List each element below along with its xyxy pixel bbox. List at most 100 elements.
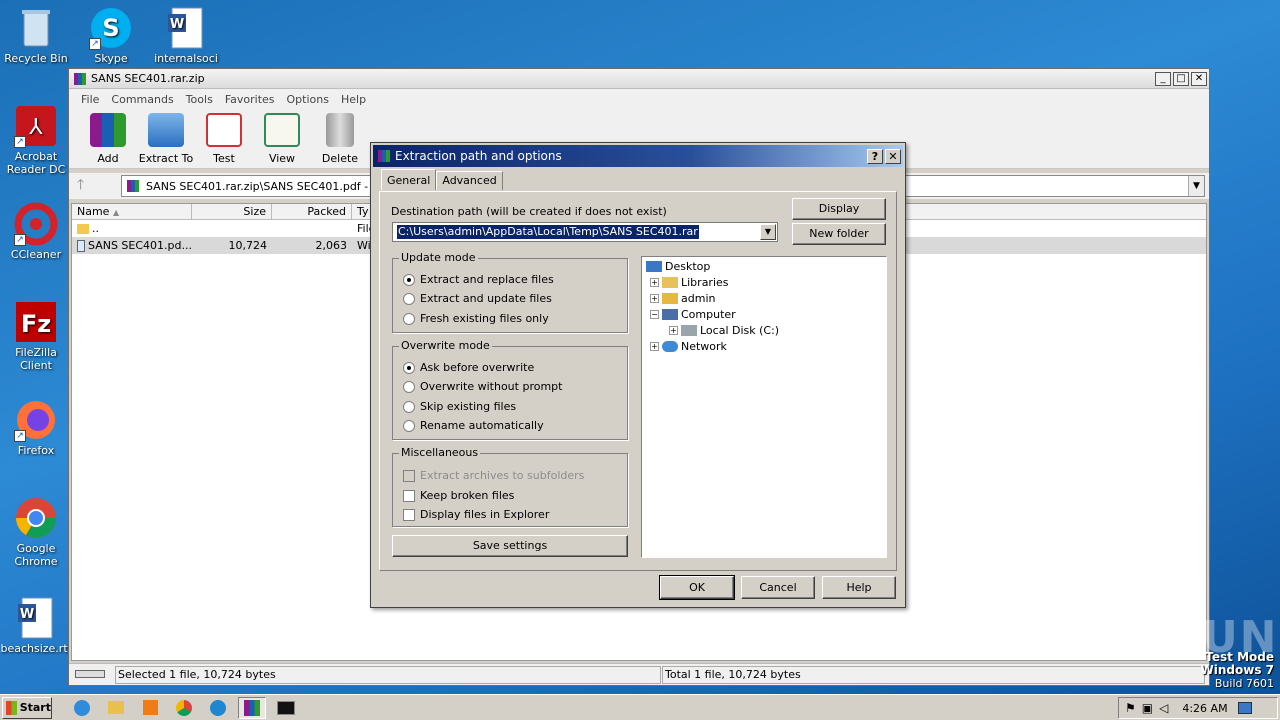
save-settings-button[interactable]: Save settings	[392, 535, 628, 557]
winrar-app-icon	[378, 150, 390, 162]
windows-test-mode-watermark: Test Mode Windows 7 Build 7601	[1200, 650, 1274, 691]
desktop-icon-firefox[interactable]: ↗ Firefox	[0, 398, 72, 457]
menu-help[interactable]: Help	[335, 93, 372, 106]
checkbox-extract-to-subfolders[interactable]: Extract archives to subfolders	[403, 469, 584, 482]
flag-icon[interactable]: ⚑	[1125, 701, 1136, 715]
tab-advanced[interactable]: Advanced	[436, 171, 503, 190]
ie-taskbar-icon[interactable]	[68, 697, 96, 719]
trash-icon	[326, 113, 354, 147]
add-button[interactable]: Add	[79, 113, 137, 165]
ok-button[interactable]: OK	[659, 575, 735, 600]
folder-icon	[148, 113, 184, 147]
word-document-icon: W	[164, 6, 208, 50]
menu-file[interactable]: File	[75, 93, 105, 106]
desktop-icon-word-doc[interactable]: W internalsoci	[150, 6, 222, 65]
cancel-button[interactable]: Cancel	[741, 576, 815, 599]
checkbox-keep-broken-files[interactable]: Keep broken files	[403, 489, 514, 502]
help-button[interactable]: Help	[822, 576, 896, 599]
chrome-icon	[14, 496, 58, 540]
extract-to-button[interactable]: Extract To	[137, 113, 195, 165]
add-archive-icon	[90, 113, 126, 147]
dialog-title-bar[interactable]: Extraction path and options ? ✕	[373, 145, 903, 167]
desktop-icon-skype[interactable]: S ↗ Skype	[75, 6, 147, 65]
edge-taskbar-icon[interactable]	[204, 697, 232, 719]
hard-drive-icon	[681, 325, 697, 336]
status-bar: Selected 1 file, 10,724 bytes Total 1 fi…	[69, 663, 1209, 685]
menu-commands[interactable]: Commands	[105, 93, 179, 106]
display-button[interactable]: Display	[792, 198, 886, 220]
radio-extract-update[interactable]: Extract and update files	[403, 292, 552, 305]
radio-extract-replace[interactable]: Extract and replace files	[403, 273, 554, 286]
tree-node-libraries[interactable]: + Libraries	[650, 276, 729, 289]
radio-overwrite-without-prompt[interactable]: Overwrite without prompt	[403, 380, 562, 393]
book-icon	[264, 113, 300, 147]
folder-tree[interactable]: Desktop + Libraries + admin − Computer + Loc…	[641, 256, 887, 558]
media-player-taskbar-icon[interactable]	[136, 697, 164, 719]
volume-icon[interactable]: ◁	[1159, 701, 1168, 715]
dialog-tabs: General Advanced	[381, 169, 503, 190]
clock[interactable]: 4:26 AM	[1182, 702, 1227, 715]
winrar-taskbar-icon[interactable]	[238, 696, 266, 719]
archive-icon	[127, 180, 139, 192]
menu-tools[interactable]: Tools	[180, 93, 219, 106]
system-tray: ⚑ ▣ ◁ 4:26 AM	[1118, 697, 1278, 719]
up-arrow-icon[interactable]: 🡑	[77, 174, 84, 198]
test-button[interactable]: Test	[195, 113, 253, 165]
column-type[interactable]: Ty	[352, 204, 372, 219]
windows-logo-icon	[6, 700, 17, 715]
dialog-close-button[interactable]: ✕	[885, 148, 901, 164]
tree-node-desktop[interactable]: Desktop	[646, 260, 710, 273]
new-folder-button[interactable]: New folder	[792, 223, 886, 245]
explorer-taskbar-icon[interactable]	[102, 697, 130, 719]
desktop-icon-chrome[interactable]: Google Chrome	[0, 496, 72, 568]
desktop-icon-recycle-bin[interactable]: Recycle Bin	[0, 6, 72, 65]
tree-node-network[interactable]: + Network	[650, 340, 727, 353]
column-size[interactable]: Size	[192, 204, 272, 219]
chevron-down-icon[interactable]: ▼	[760, 224, 776, 240]
tree-node-computer[interactable]: − Computer	[650, 308, 736, 321]
shortcut-arrow-icon: ↗	[14, 136, 26, 148]
desktop-icon-ccleaner[interactable]: ↗ CCleaner	[0, 202, 72, 261]
column-packed[interactable]: Packed	[272, 204, 352, 219]
column-name[interactable]: Name ▲	[72, 204, 192, 219]
menu-options[interactable]: Options	[281, 93, 335, 106]
status-selected: Selected 1 file, 10,724 bytes	[115, 665, 661, 684]
destination-path-input[interactable]: C:\Users\admin\AppData\Local\Temp\SANS S…	[392, 222, 778, 242]
network-tray-icon[interactable]: ▣	[1142, 701, 1153, 715]
pdf-file-icon	[77, 239, 86, 252]
radio-ask-before-overwrite[interactable]: Ask before overwrite	[403, 361, 534, 374]
minimize-button[interactable]: _	[1155, 71, 1171, 86]
tree-node-admin[interactable]: + admin	[650, 292, 715, 305]
tab-general[interactable]: General	[381, 169, 437, 190]
firefox-icon: ↗	[14, 398, 58, 442]
shortcut-arrow-icon: ↗	[14, 234, 26, 246]
view-button[interactable]: View	[253, 113, 311, 165]
radio-skip-existing[interactable]: Skip existing files	[403, 400, 516, 413]
menu-bar: File Commands Tools Favorites Options He…	[69, 89, 1209, 109]
maximize-button[interactable]: □	[1173, 71, 1189, 86]
desktop-icon-filezilla[interactable]: Fz FileZilla Client	[0, 300, 72, 372]
desktop-icon-beachsize[interactable]: W beachsize.rtf	[0, 596, 72, 655]
radio-rename-automatically[interactable]: Rename automatically	[403, 419, 544, 432]
menu-favorites[interactable]: Favorites	[219, 93, 281, 106]
delete-button[interactable]: Delete	[311, 113, 369, 165]
svg-text:W: W	[20, 607, 34, 622]
libraries-icon	[662, 277, 678, 288]
status-total: Total 1 file, 10,724 bytes	[662, 665, 1205, 684]
checkbox-display-in-explorer[interactable]: Display files in Explorer	[403, 508, 549, 521]
cmd-taskbar-icon[interactable]	[272, 697, 300, 719]
close-button[interactable]: ✕	[1191, 71, 1207, 86]
desktop-icon-acrobat[interactable]: ⅄ ↗ Acrobat Reader DC	[0, 104, 72, 176]
address-dropdown-icon[interactable]: ▼	[1188, 176, 1204, 196]
title-bar[interactable]: SANS SEC401.rar.zip _ □ ✕	[69, 69, 1209, 89]
start-button[interactable]: Start	[2, 696, 52, 719]
window-title: SANS SEC401.rar.zip	[91, 72, 205, 85]
radio-fresh-existing[interactable]: Fresh existing files only	[403, 312, 549, 325]
general-tab-panel: Destination path (will be created if doe…	[379, 191, 897, 571]
tree-node-local-disk[interactable]: + Local Disk (C:)	[669, 324, 779, 337]
show-desktop-icon[interactable]	[1237, 702, 1252, 714]
recycle-bin-icon	[14, 6, 58, 50]
destination-path-label: Destination path (will be created if doe…	[391, 205, 667, 218]
help-question-button[interactable]: ?	[867, 148, 883, 164]
chrome-taskbar-icon[interactable]	[170, 697, 198, 719]
